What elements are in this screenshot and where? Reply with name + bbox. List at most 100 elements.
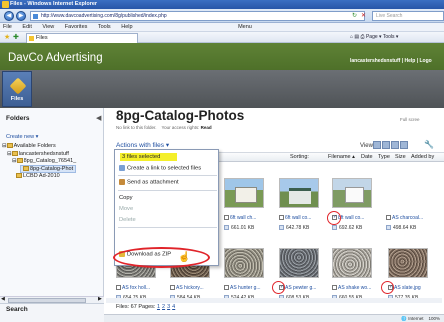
file-size-text: 498.64 KB [393,225,417,231]
file-thumbnail[interactable] [279,248,319,278]
page-title: 8pg-Catalog-Photos [116,108,245,123]
file-checkbox[interactable] [170,285,175,291]
file-type-icon [386,225,391,231]
folders-pane [0,108,104,322]
col-size[interactable]: Size [395,153,406,162]
tab-files[interactable]: Files [26,33,138,43]
menu-extra[interactable]: Menu [238,24,252,30]
page-link-3[interactable]: 3 [167,304,170,310]
file-thumbnail[interactable] [224,248,264,278]
file-checkbox[interactable] [332,285,337,291]
file-thumbnail[interactable] [332,248,372,278]
scroll-right-icon[interactable]: ▶ [98,296,102,302]
annotation-circle [327,211,341,225]
menu-help[interactable]: Help [121,24,132,30]
view-large-icon[interactable] [400,141,408,149]
tree-item-lcbd[interactable]: LCBD Ad-2010 [2,173,76,181]
tree-item-catalog-photos[interactable]: 8pg-Catalog-Phot [2,164,77,174]
file-name-text: AS charcoal... [392,215,424,221]
page-link-1[interactable]: 1 [157,304,160,310]
folders-heading: Folders [6,115,30,122]
page-tools-menu[interactable]: Page ▾ Tools ▾ [366,34,398,40]
tab-label: Files [36,35,48,41]
folder-tree: ⊟ Available Folders ⊟ lancastershedsnstuff… [2,143,76,181]
files-pagination: Files: 67 Pages: 1234 [116,304,177,310]
view-modes [373,141,419,151]
access-value: Read [200,125,212,130]
menu-favorites[interactable]: Favorites [65,24,88,30]
file-name[interactable]: AS fox holl... [116,285,150,291]
page-link-2[interactable]: 2 [162,304,165,310]
settings-wrench-icon[interactable]: 🔧 [424,140,434,149]
forward-button[interactable]: ▶ [16,11,26,21]
view-thumbs-icon[interactable] [373,141,381,149]
menu-send-attachment[interactable]: Send as attachment [119,179,179,186]
file-thumbnail-empty[interactable] [393,178,441,208]
refresh-icon[interactable]: ↻ [352,12,357,19]
app-toolbar [0,70,444,108]
address-bar: ◀ ▶ http://www.davcoadvertising.com/8g/p… [0,9,444,23]
actions-menu[interactable]: Actions with files ▾ [116,141,169,149]
collapse-pane-icon[interactable]: ◀ [96,114,101,122]
menu-edit[interactable]: Edit [22,24,31,30]
folder-info: No link to this folder. Your access righ… [116,125,212,130]
file-checkbox[interactable] [116,285,121,291]
file-size: 692.62 KB [332,225,362,231]
file-name[interactable]: AS shake wo... [332,285,371,291]
menu-tools[interactable]: Tools [98,24,111,30]
files-button[interactable]: Files [2,71,32,107]
command-bar[interactable]: ⌂ ▤ ⎙ Page ▾ Tools ▾ [350,33,398,42]
file-thumbnail[interactable] [279,178,319,208]
url-field[interactable]: http://www.davcoadvertising.com/8g/publi… [30,11,365,21]
home-icon[interactable]: ⌂ [350,34,353,40]
favorites-star-icon[interactable]: ★ [4,33,10,41]
menu-item-label: Copy [119,195,133,201]
col-added-by[interactable]: Added by [411,153,434,162]
file-name[interactable]: AS hunter g... [224,285,261,291]
file-name[interactable]: 6ft wall co... [279,215,311,221]
search-heading[interactable]: Search [6,306,28,313]
tree-label: 8pg-Catalog-Phot [30,165,74,172]
tree-label: lancastershedsnstuff [18,150,69,157]
col-date[interactable]: Date [361,153,373,162]
file-thumbnail[interactable] [224,178,264,208]
file-name[interactable]: 6ft wall ch... [224,215,256,221]
file-checkbox[interactable] [224,215,229,221]
create-new-menu[interactable]: Create new ▾ [6,134,38,140]
page-link-4[interactable]: 4 [172,304,175,310]
file-checkbox[interactable] [279,215,284,221]
scroll-left-icon[interactable]: ◀ [1,296,5,302]
back-button[interactable]: ◀ [4,11,14,21]
zoom-level[interactable]: 100% [428,316,440,321]
add-favorite-icon[interactable]: ✚ [13,33,19,41]
menu-copy[interactable]: Copy [119,195,133,201]
tree-item-available[interactable]: ⊟ Available Folders [2,143,76,151]
file-thumbnail[interactable] [332,178,372,208]
view-details-icon[interactable] [391,141,399,149]
user-links[interactable]: lancastershedsnstuff | Help | Logo [350,58,432,64]
folders-scrollbar[interactable]: ◀ ▶ [0,296,104,303]
window-title: Files - Windows Internet Explorer [10,1,98,7]
zone-text: Internet [408,316,424,321]
col-type[interactable]: Type [378,153,390,162]
feeds-icon[interactable]: ▤ [354,34,359,40]
main-scrollbar[interactable] [106,298,442,303]
file-name-text: AS shake wo... [338,285,372,291]
col-filename[interactable]: Filename ▴ [328,153,355,162]
files-cube-icon [9,77,27,95]
print-icon[interactable]: ⎙ [361,34,365,40]
view-list-icon[interactable] [382,141,390,149]
full-screen-link[interactable]: Full scree [400,117,420,122]
stop-icon[interactable]: ✕ [361,12,366,19]
file-checkbox[interactable] [224,285,229,291]
tree-item-user[interactable]: ⊟ lancastershedsnstuff [2,151,76,159]
search-input[interactable]: Live Search [372,11,444,21]
file-name[interactable]: AS charcoal... [386,215,423,221]
file-name[interactable]: AS hickory... [170,285,204,291]
menu-file[interactable]: File [3,24,12,30]
menu-view[interactable]: View [42,24,54,30]
file-checkbox[interactable] [386,215,391,221]
file-thumbnail[interactable] [388,248,428,278]
tab-bar: ★ ✚ Files ⌂ ▤ ⎙ Page ▾ Tools ▾ [0,32,444,43]
menu-create-link[interactable]: Create a link to selected files [119,165,201,172]
